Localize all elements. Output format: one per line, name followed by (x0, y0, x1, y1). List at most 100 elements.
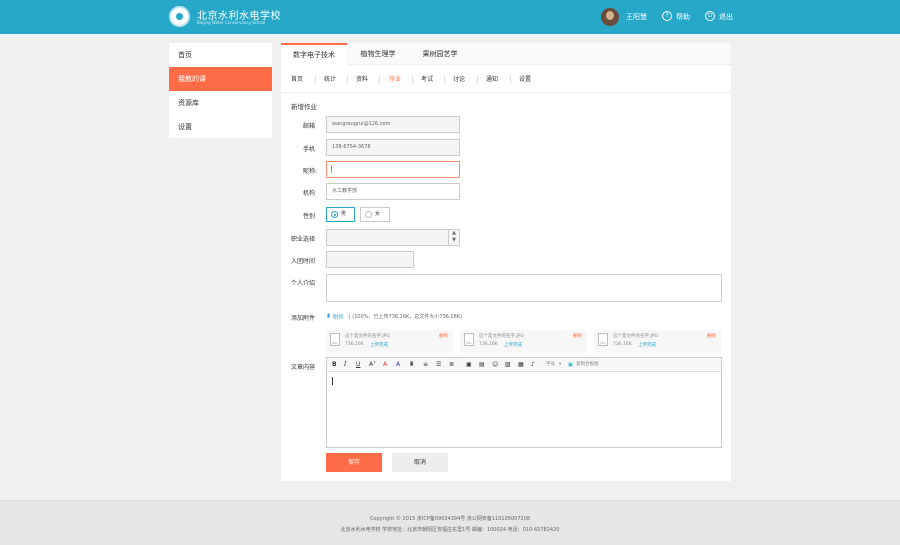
file-delete-button[interactable]: 删除 (707, 333, 716, 339)
divider (281, 92, 731, 93)
rich-text-editor[interactable]: B I U Aᵀ A A ♜ ≡ ☰ ≣ ▣ ▤ ☺ ▧ ▦ ♪ 字号 ▾ ▣ … (326, 357, 722, 448)
user-name[interactable]: 王阳慧 (626, 12, 647, 22)
text-caret (332, 377, 333, 385)
file-name: 这个是文件的名字.JPG (479, 334, 524, 339)
highlight-icon[interactable]: A (396, 361, 400, 369)
content-label: 文章内容 (291, 364, 316, 371)
format-brush-icon[interactable]: ♜ (409, 361, 414, 369)
paperclip-icon[interactable]: ▮ (327, 313, 330, 319)
subnav-materials[interactable]: 资料 (356, 73, 368, 86)
subnav-divider (347, 76, 348, 83)
unordered-list-icon[interactable]: ☰ (436, 361, 441, 369)
nickname-field[interactable] (326, 161, 460, 178)
microphone-icon[interactable]: ♪ (531, 361, 535, 369)
jpg-file-icon: JPG (464, 333, 474, 346)
subnav-homework[interactable]: 作业 (389, 73, 401, 86)
underline-icon[interactable]: U (356, 361, 360, 369)
top-header: 北京水利水电学校 Beijing Water Conservancy Schoo… (0, 0, 900, 34)
file-size: 736.16K (613, 342, 632, 347)
file-delete-button[interactable]: 删除 (439, 333, 448, 339)
org-field[interactable]: 水工教学部 (326, 183, 460, 200)
gender-female-label: 女 (375, 211, 381, 217)
file-card: JPG 这个是文件的名字.JPG 736.16K 上传完成 删除 (594, 330, 721, 353)
nickname-label: 昵称: (303, 168, 318, 175)
subnav-home[interactable]: 首页 (291, 73, 303, 86)
subnav-settings[interactable]: 设置 (519, 73, 531, 86)
file-status: 上传完成 (504, 343, 522, 348)
file-delete-button[interactable]: 删除 (573, 333, 582, 339)
phone-label: 手机 (303, 146, 316, 153)
logout-link[interactable]: 退出 (719, 12, 733, 22)
sidebar-item-resources[interactable]: 资源库 (169, 91, 272, 115)
footer: Copyright © 2015 京ICP备09034394号 京公网安备110… (0, 500, 900, 545)
file-status: 上传完成 (638, 343, 656, 348)
course-tabs: 数字电子技术 植物生理学 果树园艺学 (281, 43, 731, 65)
subnav-exam[interactable]: 考试 (421, 73, 433, 86)
subnav-notice[interactable]: 通知 (486, 73, 498, 86)
image-icon[interactable]: ▣ (466, 361, 472, 369)
file-name: 这个是文件的名字.JPG (613, 334, 658, 339)
font-color-icon[interactable]: A (383, 361, 387, 369)
subnav-divider (477, 76, 478, 83)
table-icon[interactable]: ▦ (518, 361, 524, 369)
job-select[interactable] (326, 229, 460, 246)
paste-image-button[interactable]: 复制合板图 (576, 361, 599, 369)
editor-toolbar: B I U Aᵀ A A ♜ ≡ ☰ ≣ ▣ ▤ ☺ ▧ ▦ ♪ 字号 ▾ ▣ … (327, 358, 721, 372)
attachment-label: 添加附件 (291, 315, 316, 322)
attachment-link[interactable]: 附件 (333, 313, 344, 321)
gender-female-radio[interactable]: 女 (360, 207, 390, 222)
file-icon[interactable]: ▧ (505, 361, 511, 369)
copyright-text: Copyright © 2015 京ICP备09034394号 京公网安备110… (369, 516, 531, 522)
school-logo-icon[interactable] (169, 6, 190, 27)
join-date-label: 入团时间 (291, 258, 316, 265)
cancel-button[interactable]: 取消 (392, 453, 448, 472)
save-button[interactable]: 保存 (326, 453, 382, 472)
section-title: 新增作业 (291, 103, 317, 111)
align-icon[interactable]: ≡ (423, 361, 428, 369)
select-arrows-icon[interactable]: ▲ ▼ (448, 230, 459, 245)
jpg-file-icon: JPG (598, 333, 608, 346)
font-size-icon[interactable]: Aᵀ (369, 361, 375, 369)
subnav-discussion[interactable]: 讨论 (453, 73, 465, 86)
school-name-en: Beijing Water Conservancy School (197, 20, 266, 25)
bold-icon[interactable]: B (332, 361, 337, 369)
file-size: 736.16K (479, 342, 498, 347)
subnav-divider (510, 76, 511, 83)
main-panel: 数字电子技术 植物生理学 果树园艺学 首页 统计 资料 作业 考试 讨论 通知 … (281, 43, 731, 481)
tab-horticulture[interactable]: 果树园艺学 (409, 43, 471, 65)
power-icon[interactable]: ⏻ (705, 11, 715, 21)
tab-plant-physiology[interactable]: 植物生理学 (347, 43, 409, 65)
paste-image-icon[interactable]: ▣ (568, 361, 573, 369)
subnav-stats[interactable]: 统计 (324, 73, 336, 86)
email-field[interactable]: wangraugrui@126.com (326, 116, 460, 133)
chevron-down-icon[interactable]: ▾ (559, 361, 561, 369)
sidebar-item-home[interactable]: 首页 (169, 43, 272, 67)
join-date-field[interactable] (326, 251, 414, 268)
gender-male-radio[interactable]: 男 (326, 207, 355, 222)
gender-male-label: 男 (341, 211, 347, 217)
italic-icon[interactable]: I (344, 361, 346, 369)
video-icon[interactable]: ▤ (479, 361, 485, 369)
job-label: 职业选择 (291, 236, 316, 243)
emoji-icon[interactable]: ☺ (492, 361, 498, 369)
sidebar-item-my-courses[interactable]: 我教的课 (169, 67, 272, 91)
gender-label: 性别 (303, 213, 316, 220)
help-icon[interactable]: ? (662, 11, 672, 21)
attachment-info-text: (100%，已上传736.16K，总文件大小736.16K) (352, 314, 463, 320)
subnav-divider (412, 76, 413, 83)
subnav-divider (379, 76, 380, 83)
ordered-list-icon[interactable]: ≣ (449, 361, 454, 369)
sidebar-item-settings[interactable]: 设置 (169, 115, 272, 139)
tab-digital-electronics[interactable]: 数字电子技术 (281, 43, 347, 65)
radio-unchecked-icon (365, 211, 372, 218)
intro-textarea[interactable] (326, 274, 722, 302)
avatar[interactable] (601, 8, 619, 26)
font-size-select[interactable]: 字号 (546, 361, 555, 369)
file-card: JPG 这个是文件的名字.JPG 736.16K 上传完成 删除 (460, 330, 587, 353)
help-link[interactable]: 帮助 (676, 12, 690, 22)
text-caret (331, 166, 332, 173)
subnav-divider (444, 76, 445, 83)
file-status: 上传完成 (370, 343, 388, 348)
phone-field[interactable]: 138-6754-3678 (326, 139, 460, 156)
org-label: 机构 (303, 190, 316, 197)
